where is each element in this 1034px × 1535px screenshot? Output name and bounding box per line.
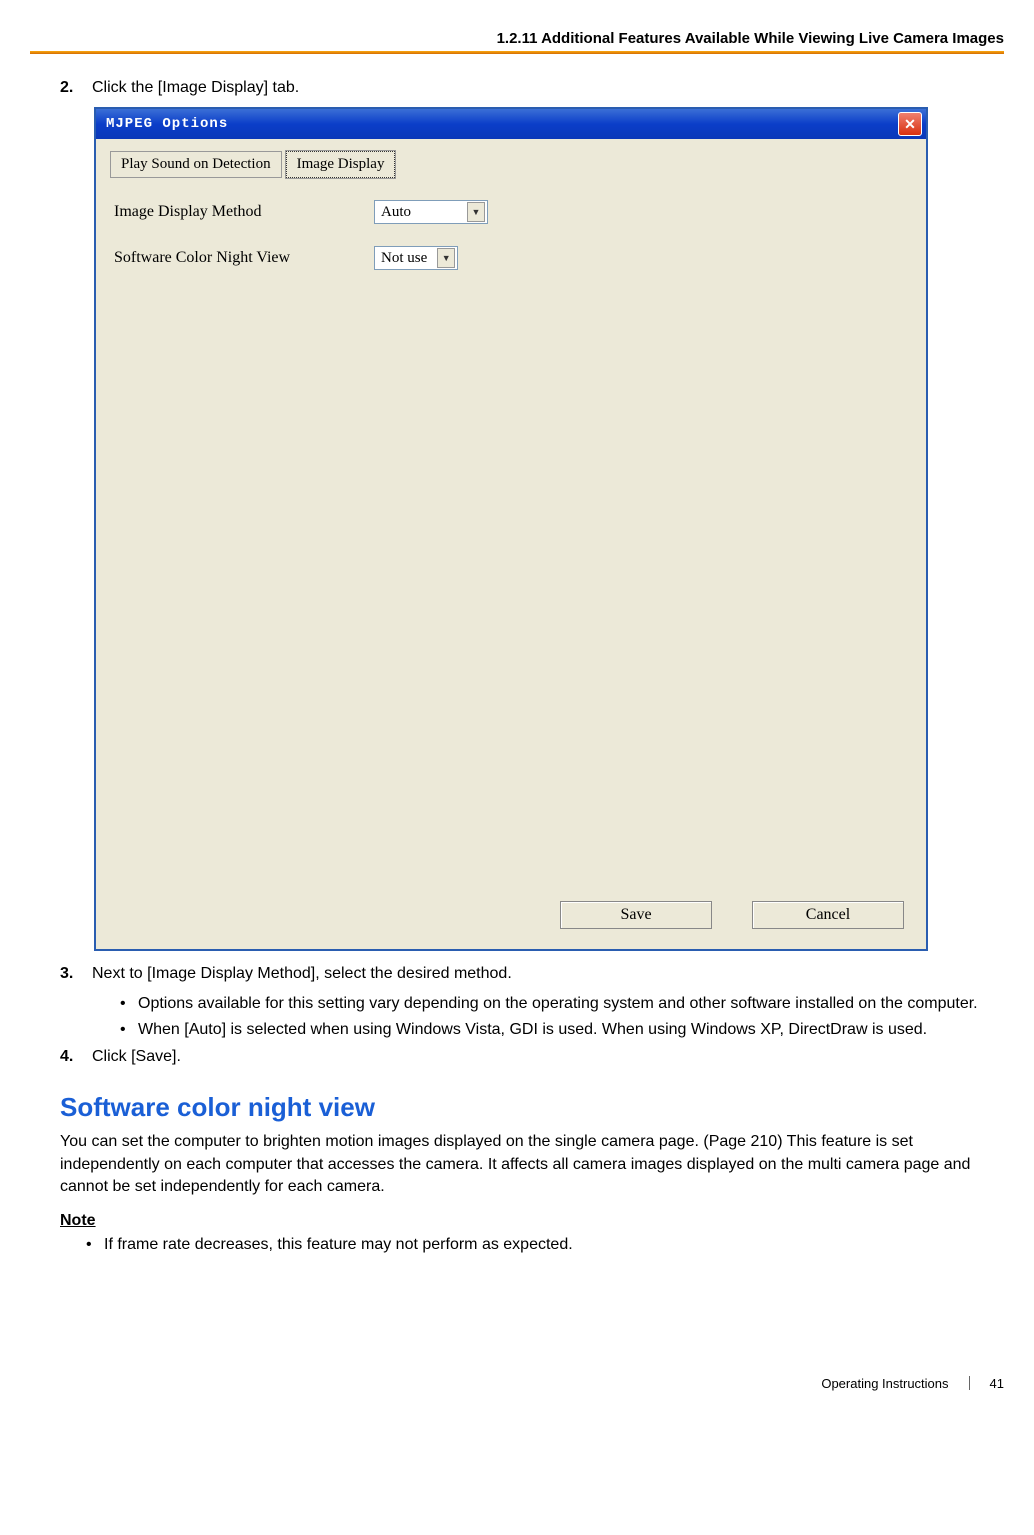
- bullet: Options available for this setting vary …: [116, 993, 1004, 1015]
- section-header: 1.2.11 Additional Features Available Whi…: [30, 30, 1004, 51]
- section-heading: Software color night view: [60, 1092, 1004, 1123]
- note-bullets: If frame rate decreases, this feature ma…: [82, 1234, 1004, 1256]
- step-number: 2.: [60, 79, 80, 97]
- step-number: 4.: [60, 1048, 80, 1066]
- dialog-window: MJPEG Options ✕ Play Sound on Detection …: [94, 107, 928, 951]
- tab-image-display[interactable]: Image Display: [286, 151, 396, 178]
- header-rule: [30, 51, 1004, 54]
- page-footer: Operating Instructions 41: [30, 1376, 1004, 1391]
- cancel-button[interactable]: Cancel: [752, 901, 904, 929]
- step-number: 3.: [60, 965, 80, 983]
- step-2: 2. Click the [Image Display] tab.: [60, 79, 1004, 97]
- select-value: Auto: [381, 204, 427, 221]
- row-image-display-method: Image Display Method Auto ▼: [114, 200, 912, 224]
- step-text: Click the [Image Display] tab.: [92, 79, 299, 97]
- select-color-night-view[interactable]: Not use ▼: [374, 246, 458, 270]
- window-title: MJPEG Options: [106, 116, 228, 132]
- bullet: If frame rate decreases, this feature ma…: [82, 1234, 1004, 1256]
- select-image-display-method[interactable]: Auto ▼: [374, 200, 488, 224]
- note-heading: Note: [60, 1212, 1004, 1230]
- bullet: When [Auto] is selected when using Windo…: [116, 1019, 1004, 1041]
- footer-page-number: 41: [990, 1376, 1004, 1391]
- label-image-display-method: Image Display Method: [114, 203, 374, 221]
- tab-row: Play Sound on Detection Image Display: [110, 151, 912, 178]
- titlebar: MJPEG Options ✕: [96, 109, 926, 139]
- save-button[interactable]: Save: [560, 901, 712, 929]
- tab-play-sound[interactable]: Play Sound on Detection: [110, 151, 282, 178]
- close-icon[interactable]: ✕: [898, 112, 922, 136]
- chevron-down-icon[interactable]: ▼: [467, 202, 485, 222]
- row-color-night-view: Software Color Night View Not use ▼: [114, 246, 912, 270]
- step-4: 4. Click [Save].: [60, 1048, 1004, 1066]
- step-text: Next to [Image Display Method], select t…: [92, 965, 512, 983]
- chevron-down-icon[interactable]: ▼: [437, 248, 455, 268]
- label-color-night-view: Software Color Night View: [114, 249, 374, 267]
- footer-divider: [969, 1376, 970, 1390]
- footer-doc-title: Operating Instructions: [821, 1376, 948, 1391]
- section-paragraph: You can set the computer to brighten mot…: [60, 1131, 1004, 1198]
- step-3: 3. Next to [Image Display Method], selec…: [60, 965, 1004, 983]
- step-text: Click [Save].: [92, 1048, 181, 1066]
- step-3-bullets: Options available for this setting vary …: [116, 993, 1004, 1040]
- select-value: Not use: [381, 250, 437, 267]
- dialog-body: Play Sound on Detection Image Display Im…: [96, 139, 926, 949]
